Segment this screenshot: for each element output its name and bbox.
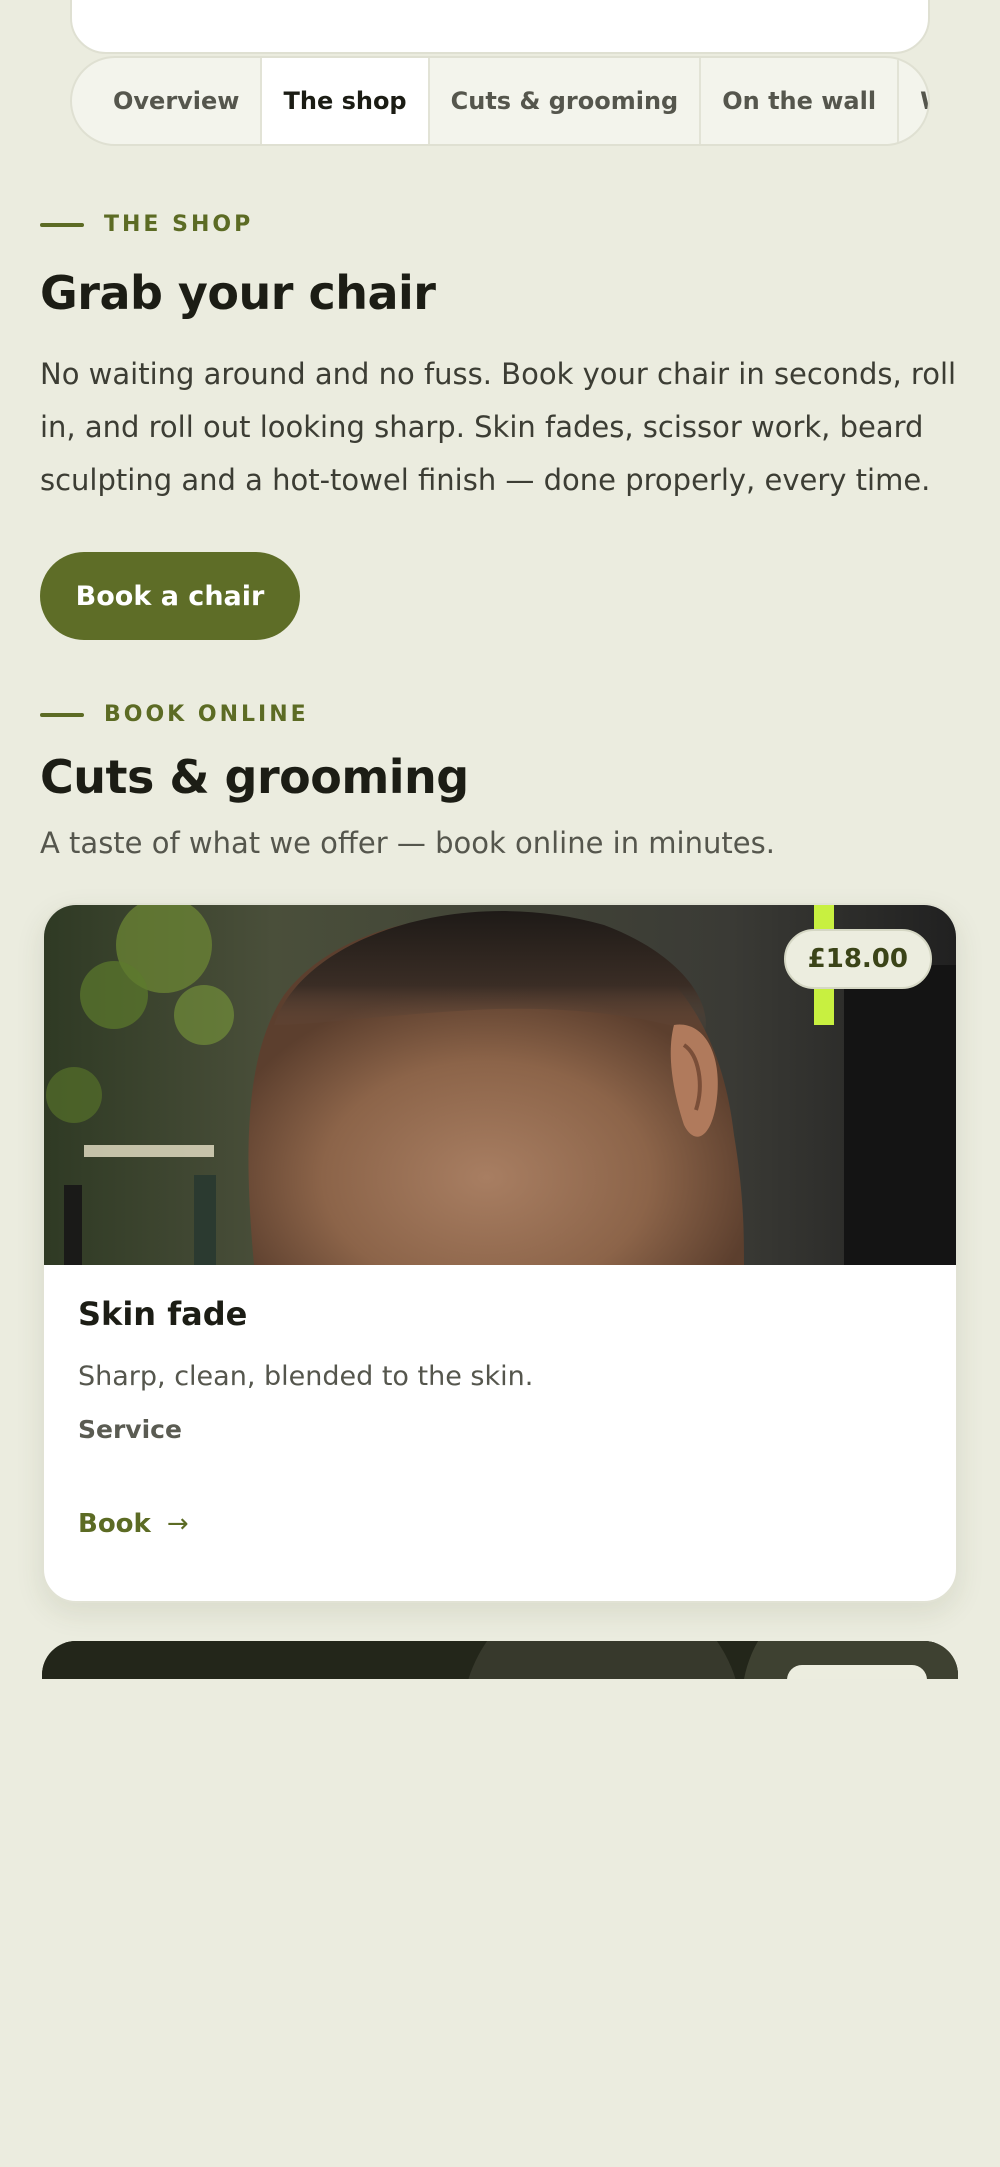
service-description: Sharp, clean, blended to the skin. xyxy=(78,1361,534,1392)
book-label: Book xyxy=(78,1509,151,1539)
next-card-photo xyxy=(42,1641,958,1679)
service-card-next xyxy=(42,1641,958,1679)
services-eyebrow: BOOK ONLINE xyxy=(40,702,309,727)
price-badge: £18.00 xyxy=(783,929,932,989)
services-eyebrow-label: BOOK ONLINE xyxy=(104,702,309,727)
service-type: Service xyxy=(78,1415,182,1444)
arrow-right-icon: → xyxy=(166,1509,189,1539)
services-title: Cuts & grooming xyxy=(40,750,469,804)
tab-on-the-wall[interactable]: On the wall xyxy=(699,58,897,144)
shop-eyebrow: THE SHOP xyxy=(40,212,253,237)
shop-eyebrow-label: THE SHOP xyxy=(104,212,254,237)
book-link[interactable]: Book → xyxy=(78,1509,189,1539)
services-subtitle: A taste of what we offer — book online i… xyxy=(40,826,775,860)
tab-overview[interactable]: Overview xyxy=(92,58,260,144)
header-card xyxy=(70,0,930,54)
book-a-chair-button[interactable]: Book a chair xyxy=(40,552,300,640)
tab-the-shop[interactable]: The shop xyxy=(260,58,428,144)
tab-why-here[interactable]: Why he xyxy=(897,58,928,144)
shop-intro: No waiting around and no fuss. Book your… xyxy=(40,357,957,497)
shop-title: Grab your chair xyxy=(40,266,436,320)
service-card[interactable]: £18.00 Skin fade Sharp, clean, blended t… xyxy=(42,903,958,1603)
section-tabs: Overview The shop Cuts & grooming On the… xyxy=(70,56,930,146)
eyebrow-line xyxy=(40,712,84,717)
service-name: Skin fade xyxy=(78,1295,248,1333)
tab-cuts-grooming[interactable]: Cuts & grooming xyxy=(427,58,700,144)
eyebrow-line xyxy=(40,222,84,227)
